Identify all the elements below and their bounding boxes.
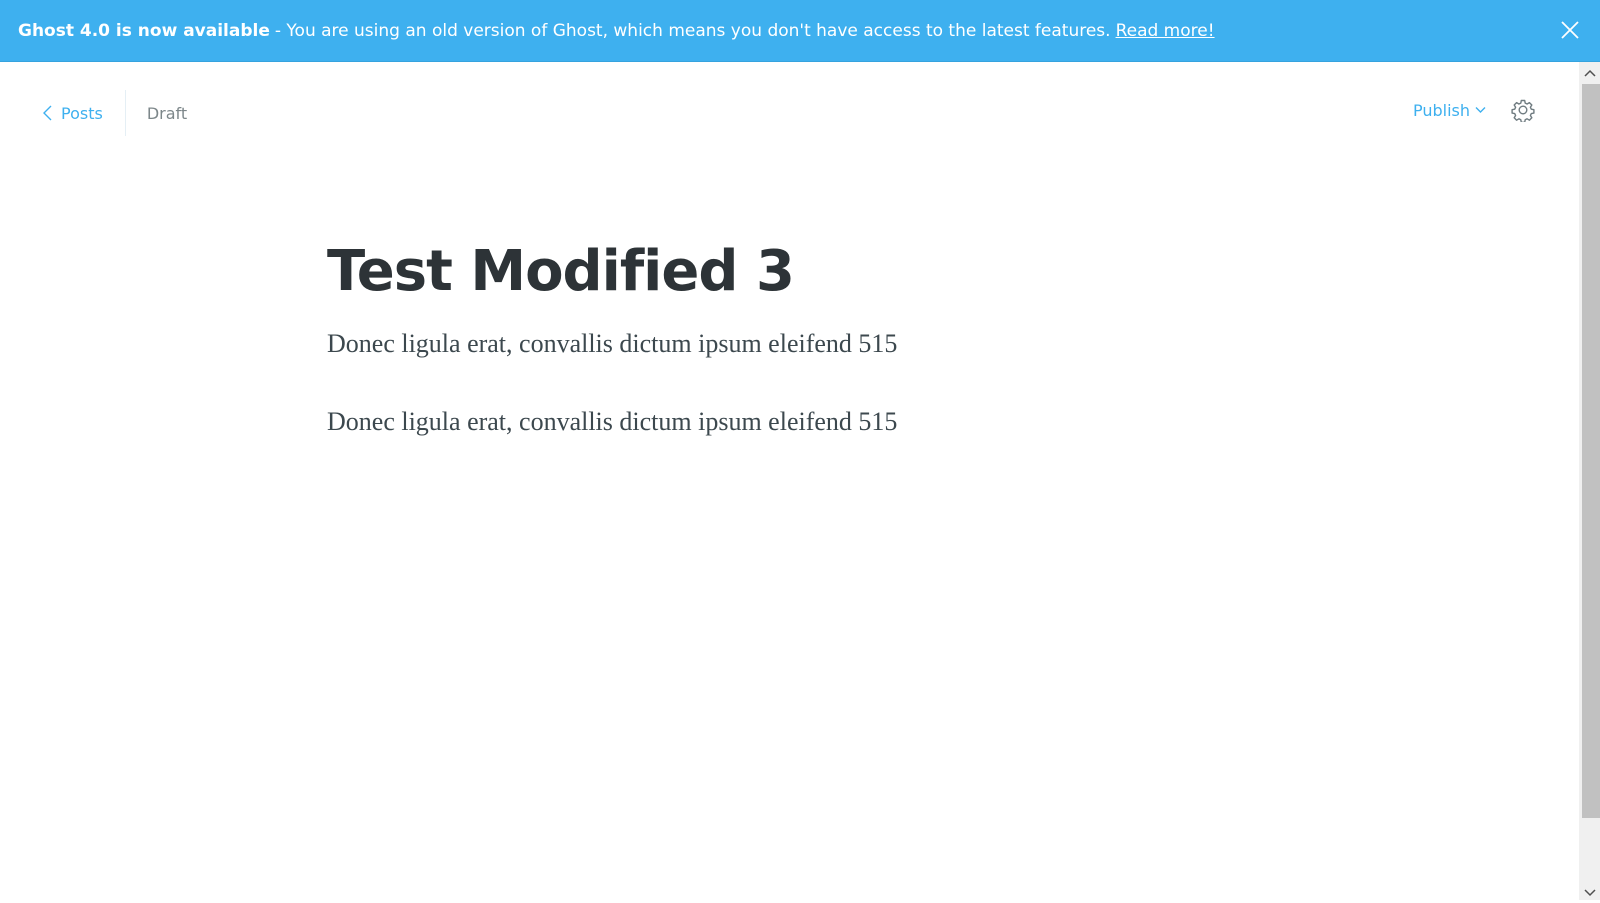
gear-icon[interactable] [1511,98,1535,122]
close-icon[interactable] [1561,21,1579,39]
chevron-down-icon [1470,106,1486,114]
back-to-posts-link[interactable]: Posts [42,90,126,136]
vertical-scrollbar[interactable] [1579,62,1600,900]
read-more-link[interactable]: Read more! [1116,21,1215,41]
publish-menu-button[interactable]: Publish [1413,101,1486,120]
post-paragraph[interactable]: Donec ligula erat, convallis dictum ipsu… [327,327,1227,361]
publish-label: Publish [1412,100,1470,120]
banner-message: - You are using an old version of Ghost,… [274,20,1111,41]
post-status: Draft [146,103,188,123]
editor: Posts Draft Publish Test Modified 3 Done… [0,62,1579,900]
scroll-up-icon[interactable] [1583,66,1597,80]
editor-nav-left: Posts Draft [42,90,187,136]
scroll-down-icon[interactable] [1583,884,1597,898]
back-label: Posts [61,103,103,123]
post-title[interactable]: Test Modified 3 [327,238,1227,305]
chevron-left-icon [42,105,61,121]
banner-heading: Ghost 4.0 is now available [18,20,270,41]
post-paragraph[interactable]: Donec ligula erat, convallis dictum ipsu… [327,405,1227,439]
post-content[interactable]: Test Modified 3 Donec ligula erat, conva… [327,238,1227,439]
update-banner: Ghost 4.0 is now available - You are usi… [0,0,1600,62]
editor-nav-right: Publish [1413,98,1535,122]
scrollbar-thumb[interactable] [1582,84,1600,818]
